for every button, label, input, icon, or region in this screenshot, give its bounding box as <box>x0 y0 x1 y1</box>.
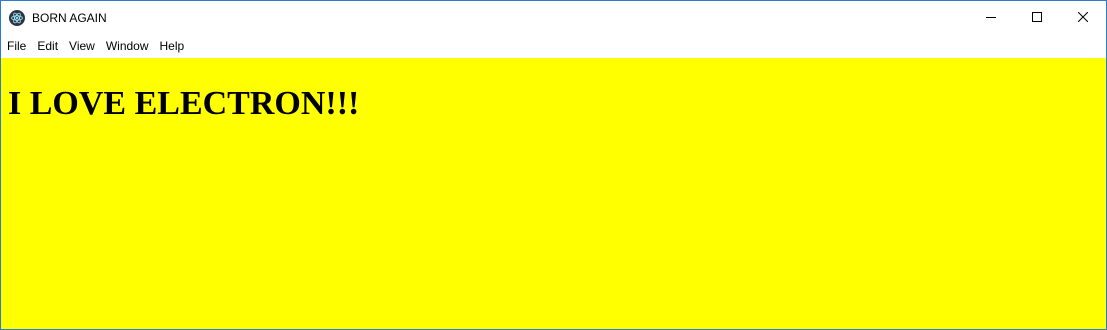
minimize-button[interactable] <box>968 1 1014 34</box>
menu-window[interactable]: Window <box>102 36 153 56</box>
electron-atom-icon <box>9 9 25 26</box>
close-icon <box>1077 9 1089 27</box>
menu-view[interactable]: View <box>65 36 99 56</box>
menu-help[interactable]: Help <box>156 36 189 56</box>
window-title: BORN AGAIN <box>32 10 107 25</box>
menu-file[interactable]: File <box>3 36 30 56</box>
window-controls <box>968 1 1106 34</box>
page-content: I LOVE ELECTRON!!! <box>1 58 1106 329</box>
maximize-icon <box>1032 9 1042 27</box>
page-heading: I LOVE ELECTRON!!! <box>8 85 360 122</box>
minimize-icon <box>986 9 996 27</box>
menu-bar: File Edit View Window Help <box>1 34 1106 58</box>
app-window: BORN AGAIN File Edit View Window Help I … <box>0 0 1107 330</box>
close-button[interactable] <box>1060 1 1106 34</box>
menu-edit[interactable]: Edit <box>33 36 62 56</box>
maximize-button[interactable] <box>1014 1 1060 34</box>
title-bar[interactable]: BORN AGAIN <box>1 1 1106 34</box>
